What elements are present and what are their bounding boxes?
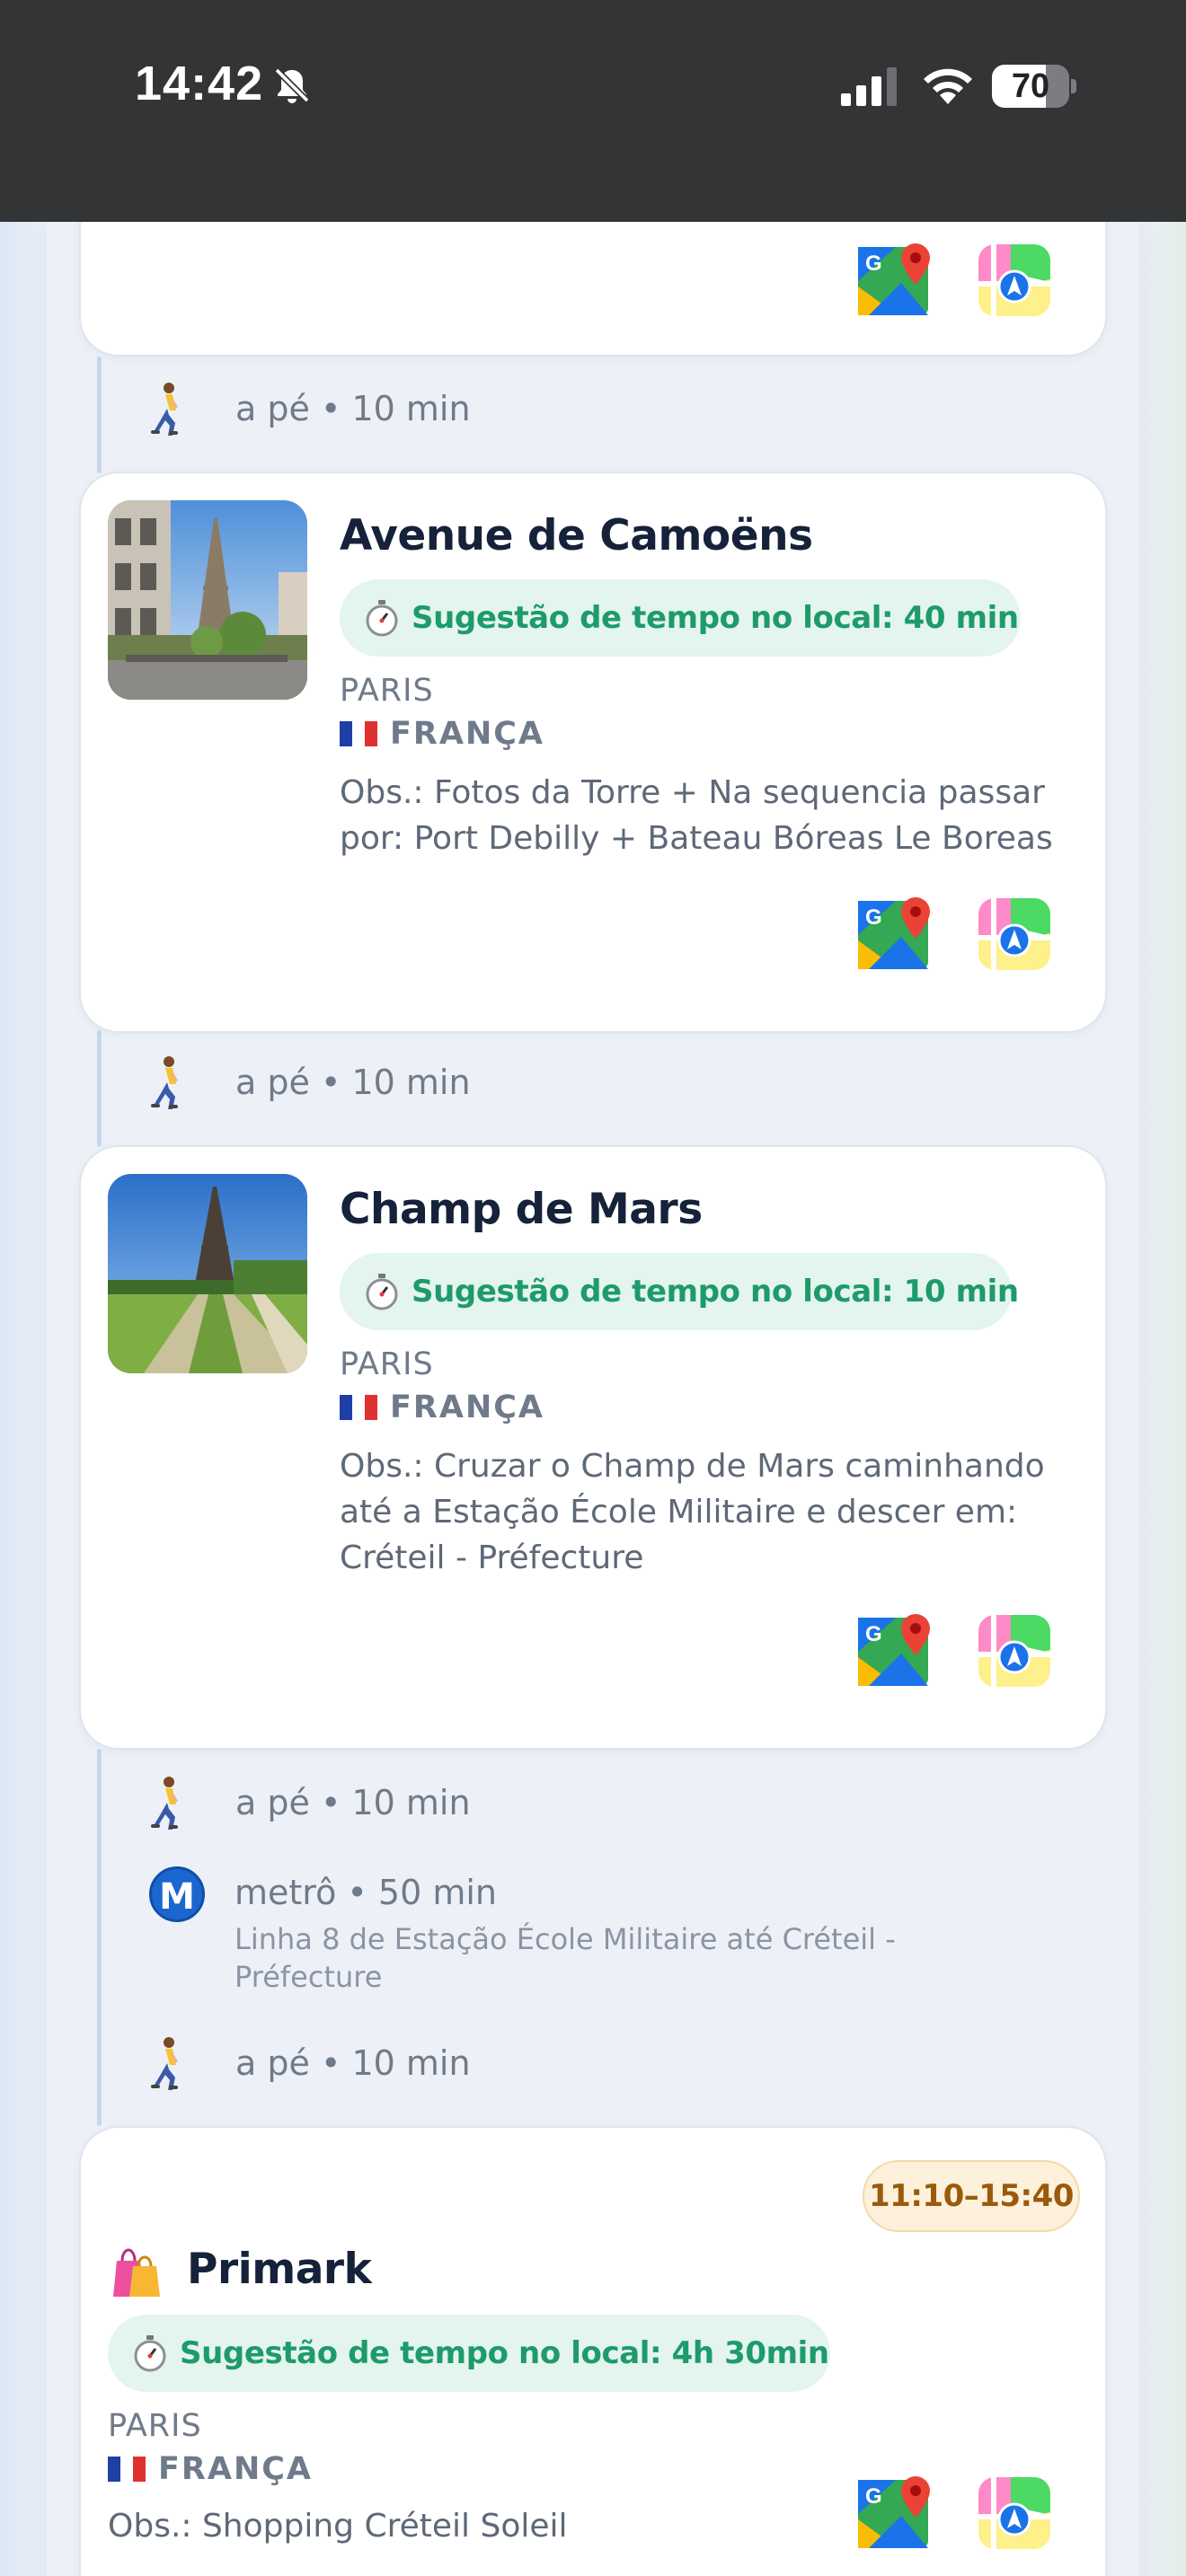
battery-level: 70 xyxy=(1011,67,1050,105)
place-title: Avenue de Camoëns xyxy=(340,511,813,560)
apple-maps-icon xyxy=(978,1615,1050,1687)
place-notes: Obs.: Fotos da Torre + Na sequencia pass… xyxy=(340,774,1053,857)
opening-hours-badge: 11:10–15:40 xyxy=(863,2160,1080,2232)
apple-maps-icon xyxy=(978,2477,1050,2549)
transit-walk-label: a pé • 10 min xyxy=(235,1783,471,1822)
transit-walk-label: a pé • 10 min xyxy=(235,389,471,428)
svg-text:G: G xyxy=(865,1622,882,1646)
transit-step-walk: a pé • 10 min xyxy=(144,1055,471,1109)
walking-person-icon xyxy=(151,1056,178,1109)
place-country: FRANÇA xyxy=(108,2451,313,2487)
place-title: Primark xyxy=(187,2245,372,2294)
france-flag-icon xyxy=(340,1395,377,1420)
google-maps-button[interactable]: G xyxy=(856,1612,934,1689)
bell-muted-icon xyxy=(274,67,310,103)
svg-text:G: G xyxy=(865,251,882,276)
status-time: 14:42 xyxy=(135,57,264,110)
google-maps-icon: G xyxy=(858,243,930,315)
timeline-connector xyxy=(97,1749,102,2126)
apple-maps-icon xyxy=(978,898,1050,970)
metro-icon: M xyxy=(149,1866,205,1922)
transit-step-walk: a pé • 10 min xyxy=(144,2036,471,2090)
place-card-previous[interactable]: G xyxy=(79,222,1107,357)
timeline-connector xyxy=(97,357,102,473)
place-card-avenue-de-camoens[interactable]: Avenue de Camoëns Sugestão de tempo no l… xyxy=(79,472,1107,1033)
place-country: FRANÇA xyxy=(340,1389,544,1425)
itinerary-scroll[interactable]: G a pé • 10 min Avenue de Camoëns Sugest… xyxy=(0,222,1186,2576)
stopwatch-icon xyxy=(366,600,398,637)
transit-metro-label: metrô • 50 min xyxy=(235,1873,497,1912)
battery-indicator: 70 xyxy=(992,65,1076,108)
time-suggestion-chip: Sugestão de tempo no local: 4h 30min xyxy=(108,2315,830,2392)
cellular-signal-icon xyxy=(841,67,897,106)
apple-maps-button[interactable] xyxy=(976,242,1053,319)
place-city: PARIS xyxy=(340,1346,434,1382)
apple-maps-button[interactable] xyxy=(976,2475,1053,2552)
place-photo xyxy=(108,1174,307,1373)
place-title: Champ de Mars xyxy=(340,1185,703,1234)
status-bar: 14:42 70 xyxy=(0,0,1186,222)
stopwatch-icon xyxy=(134,2335,166,2372)
google-maps-icon: G xyxy=(858,2476,930,2548)
apple-maps-button[interactable] xyxy=(976,895,1053,973)
google-maps-icon: G xyxy=(858,897,930,969)
place-notes: Obs.: Cruzar o Champ de Mars caminhando … xyxy=(340,1448,1045,1576)
france-flag-icon xyxy=(108,2457,146,2482)
apple-maps-button[interactable] xyxy=(976,1612,1053,1689)
place-country: FRANÇA xyxy=(340,716,544,752)
timeline-connector xyxy=(97,1030,102,1147)
transit-metro-detail: Linha 8 de Estação École Militaire até C… xyxy=(235,1922,896,1994)
apple-maps-icon xyxy=(978,244,1050,316)
transit-step-walk: a pé • 10 min xyxy=(144,1776,471,1830)
google-maps-button[interactable]: G xyxy=(856,242,934,319)
walking-person-icon xyxy=(151,1777,178,1830)
time-suggestion-text: Sugestão de tempo no local: 10 min xyxy=(412,1274,1019,1310)
svg-text:G: G xyxy=(865,2484,882,2509)
stopwatch-icon xyxy=(366,1274,398,1310)
google-maps-button[interactable]: G xyxy=(856,895,934,973)
eiffel-tower-photo xyxy=(108,500,307,700)
shopping-bags-icon xyxy=(113,2248,160,2297)
place-card-primark[interactable]: 11:10–15:40 Primark Sugestão de tempo no… xyxy=(79,2126,1107,2576)
place-card-champ-de-mars[interactable]: Champ de Mars Sugestão de tempo no local… xyxy=(79,1145,1107,1750)
svg-text:G: G xyxy=(865,905,882,930)
transit-step-walk: a pé • 10 min xyxy=(144,382,471,436)
place-country-label: FRANÇA xyxy=(390,716,545,752)
wifi-icon xyxy=(924,68,972,104)
place-notes: Obs.: Shopping Créteil Soleil xyxy=(108,2508,568,2545)
time-suggestion-chip: Sugestão de tempo no local: 10 min xyxy=(340,1253,1019,1330)
france-flag-icon xyxy=(340,721,377,746)
transit-walk-label: a pé • 10 min xyxy=(235,2043,471,2083)
place-photo xyxy=(108,500,307,700)
place-city: PARIS xyxy=(340,673,434,709)
champ-de-mars-photo xyxy=(108,1174,307,1373)
google-maps-icon: G xyxy=(858,1614,930,1686)
walking-person-icon xyxy=(151,383,178,436)
walking-person-icon xyxy=(151,2037,178,2090)
time-suggestion-text: Sugestão de tempo no local: 40 min xyxy=(412,600,1019,636)
place-city: PARIS xyxy=(108,2408,202,2444)
google-maps-button[interactable]: G xyxy=(856,2475,934,2552)
place-country-label: FRANÇA xyxy=(390,1389,545,1425)
place-country-label: FRANÇA xyxy=(158,2451,314,2487)
time-suggestion-chip: Sugestão de tempo no local: 40 min xyxy=(340,579,1021,657)
transit-walk-label: a pé • 10 min xyxy=(235,1063,471,1102)
time-suggestion-text: Sugestão de tempo no local: 4h 30min xyxy=(180,2335,829,2371)
